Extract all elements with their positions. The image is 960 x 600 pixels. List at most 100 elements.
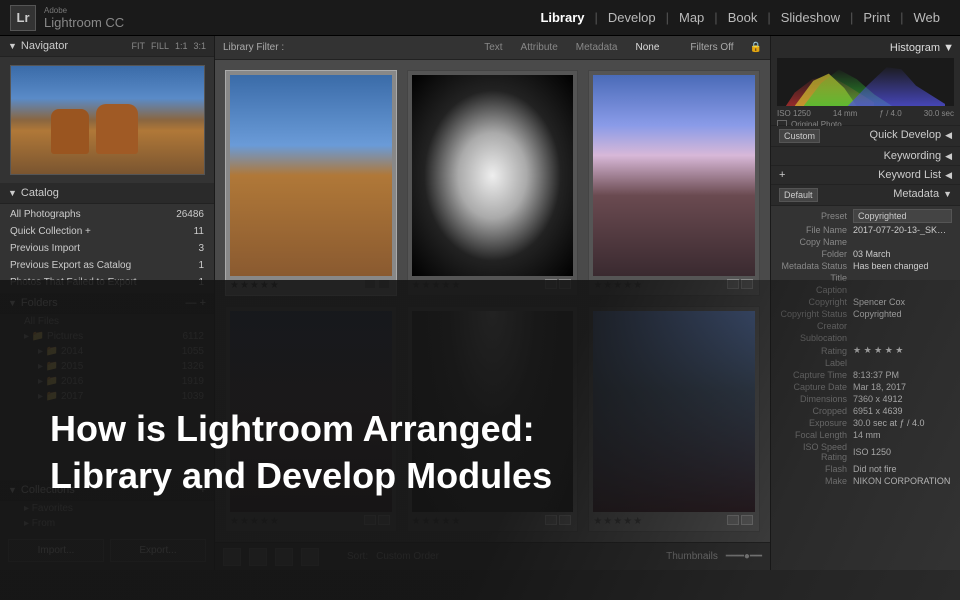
logo-badge: Lr (10, 5, 36, 31)
badge-icon[interactable] (364, 279, 376, 289)
badge-icon[interactable] (727, 279, 739, 289)
module-picker: Library|Develop|Map|Book|Slideshow|Print… (530, 6, 950, 29)
quick-develop-header[interactable]: Custom Quick Develop◀ (771, 126, 960, 147)
filter-metadata[interactable]: Metadata (571, 40, 623, 55)
metadata-row[interactable]: Rating★ ★ ★ ★ ★ (775, 344, 956, 357)
collection-item[interactable]: ▸ Favorites (0, 501, 214, 516)
filter-none[interactable]: None (630, 40, 664, 55)
histogram-title[interactable]: Histogram ▼ (777, 42, 954, 58)
metadata-row[interactable]: Capture Time8:13:37 PM (775, 369, 956, 381)
grid-cell[interactable]: ★★★★★ (588, 306, 760, 532)
badge-icon[interactable] (559, 279, 571, 289)
navigator-header[interactable]: ▼Navigator FITFILL1:13:1 (0, 36, 214, 57)
metadata-row[interactable]: Dimensions7360 x 4912 (775, 393, 956, 405)
survey-view-icon[interactable] (301, 548, 319, 566)
metadata-row[interactable]: CopyrightSpencer Cox (775, 296, 956, 308)
metadata-row[interactable]: Capture DateMar 18, 2017 (775, 381, 956, 393)
badge-icon[interactable] (741, 279, 753, 289)
catalog-item[interactable]: All Photographs26486 (0, 206, 214, 223)
product-name: Lightroom CC (44, 15, 124, 30)
badge-icon[interactable] (559, 515, 571, 525)
module-develop[interactable]: Develop (598, 6, 666, 29)
badge-icon[interactable] (378, 279, 390, 289)
catalog-item[interactable]: Quick Collection +11 (0, 223, 214, 240)
app-logo: Lr Adobe Lightroom CC (10, 5, 124, 31)
badge-icon[interactable] (378, 515, 390, 525)
keywording-header[interactable]: Keywording◀ (771, 147, 960, 166)
collection-item[interactable]: ▸ From (0, 516, 214, 531)
badge-icon[interactable] (545, 515, 557, 525)
metadata-row[interactable]: Metadata StatusHas been changed (775, 260, 956, 272)
filter-attribute[interactable]: Attribute (516, 40, 563, 55)
navigator-zoom-opts[interactable]: FITFILL1:13:1 (131, 41, 206, 51)
metadata-row[interactable]: MakeNIKON CORPORATION (775, 475, 956, 487)
sort-value[interactable]: Custom Order (376, 551, 439, 562)
folder-item[interactable]: ▸ 📁 20141055 (0, 344, 214, 359)
module-map[interactable]: Map (669, 6, 714, 29)
metadata-row[interactable]: Copy Name (775, 236, 956, 248)
filter-label: Library Filter : (223, 42, 284, 53)
folders-header[interactable]: ▼Folders— + (0, 293, 214, 314)
folder-all[interactable]: All Files (0, 314, 214, 329)
metadata-row[interactable]: Cropped6951 x 4639 (775, 405, 956, 417)
bottom-toolbar: Sort: Custom Order Thumbnails ━━━●━━ (215, 542, 770, 570)
grid-cell[interactable]: ★★★★★ (225, 70, 397, 296)
adobe-label: Adobe (44, 6, 124, 15)
grid-view-icon[interactable] (223, 548, 241, 566)
metadata-row[interactable]: Exposure30.0 sec at ƒ / 4.0 (775, 417, 956, 429)
main-area: ▼Navigator FITFILL1:13:1 ▼Catalog All Ph… (0, 36, 960, 570)
metadata-row[interactable]: Focal Length14 mm (775, 429, 956, 441)
loupe-view-icon[interactable] (249, 548, 267, 566)
badge-icon[interactable] (364, 515, 376, 525)
catalog-item[interactable]: Previous Import3 (0, 240, 214, 257)
metadata-row[interactable]: Label (775, 357, 956, 369)
module-web[interactable]: Web (904, 6, 951, 29)
navigator-preview[interactable] (0, 57, 214, 183)
folder-item[interactable]: ▸ 📁 20151326 (0, 359, 214, 374)
grid-cell[interactable]: ★★★★★ (588, 70, 760, 296)
metadata-row[interactable]: File Name2017-077-20-13-_SKY7485.NEF (775, 224, 956, 236)
metadata-row[interactable]: Creator (775, 320, 956, 332)
left-buttons: Import... Export... (0, 531, 214, 570)
grid-cell[interactable]: ★★★★★ (407, 70, 579, 296)
metadata-row[interactable]: FlashDid not fire (775, 463, 956, 475)
metadata-row[interactable]: Copyright StatusCopyrighted (775, 308, 956, 320)
metadata-row[interactable]: Caption (775, 284, 956, 296)
metadata-row[interactable]: Folder03 March (775, 248, 956, 260)
module-slideshow[interactable]: Slideshow (771, 6, 850, 29)
filters-off[interactable]: Filters Off (690, 42, 733, 53)
badge-icon[interactable] (545, 279, 557, 289)
folder-item[interactable]: ▸ 📁 20161919 (0, 374, 214, 389)
collections-header[interactable]: ▼Collections+ (0, 480, 214, 501)
keyword-list-header[interactable]: + Keyword List◀ (771, 166, 960, 185)
metadata-row[interactable]: ISO Speed RatingISO 1250 (775, 441, 956, 463)
module-book[interactable]: Book (718, 6, 768, 29)
badge-icon[interactable] (727, 515, 739, 525)
export-button[interactable]: Export... (110, 539, 206, 562)
module-library[interactable]: Library (530, 6, 594, 29)
lock-icon[interactable]: 🔒 (750, 42, 762, 53)
thumbnail (412, 75, 574, 276)
grid-cell[interactable]: ★★★★★ (407, 306, 579, 532)
compare-view-icon[interactable] (275, 548, 293, 566)
module-print[interactable]: Print (853, 6, 900, 29)
folders-list: All Files ▸ 📁 Pictures6112▸ 📁 20141055▸ … (0, 314, 214, 480)
folder-item[interactable]: ▸ 📁 Pictures6112 (0, 329, 214, 344)
catalog-header[interactable]: ▼Catalog (0, 183, 214, 204)
metadata-header[interactable]: Default Metadata▼ (771, 185, 960, 206)
filter-text[interactable]: Text (479, 40, 507, 55)
app-header: Lr Adobe Lightroom CC Library|Develop|Ma… (0, 0, 960, 36)
catalog-item[interactable]: Photos That Failed to Export1 (0, 274, 214, 291)
metadata-preset-row[interactable]: Preset Copyrighted (775, 208, 956, 224)
import-button[interactable]: Import... (8, 539, 104, 562)
badge-icon[interactable] (741, 515, 753, 525)
grid-cell[interactable]: ★★★★★ (225, 306, 397, 532)
catalog-item[interactable]: Previous Export as Catalog1 (0, 257, 214, 274)
thumbnails-label: Thumbnails (666, 551, 718, 562)
center-panel: Library Filter : Text Attribute Metadata No… (215, 36, 770, 570)
navigator-image (10, 65, 205, 175)
metadata-row[interactable]: Title (775, 272, 956, 284)
folder-item[interactable]: ▸ 📁 20171039 (0, 389, 214, 404)
thumbnail (593, 75, 755, 276)
metadata-row[interactable]: Sublocation (775, 332, 956, 344)
